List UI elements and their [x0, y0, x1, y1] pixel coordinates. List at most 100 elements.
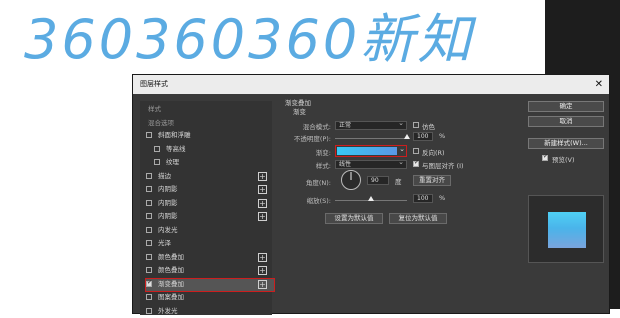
- style-item-checkbox[interactable]: [146, 199, 152, 206]
- gradient-label: 渐变:: [315, 149, 331, 157]
- preview-swatch: [548, 212, 586, 248]
- style-item-label: 内阴影: [158, 212, 178, 220]
- preview-checkbox[interactable]: [542, 153, 548, 161]
- style-item-label: 描边: [158, 171, 171, 180]
- dither-checkbox[interactable]: [413, 122, 419, 128]
- style-item-row[interactable]: 颜色叠加 +: [146, 252, 274, 264]
- style-item-checkbox[interactable]: [146, 186, 152, 192]
- style-item-row[interactable]: 斜面和浮雕: [146, 130, 274, 142]
- style-item-row[interactable]: 纹理: [146, 157, 274, 169]
- add-effect-icon[interactable]: +: [258, 198, 267, 208]
- opacity-slider-thumb[interactable]: [404, 134, 410, 139]
- style-item-checkbox[interactable]: [146, 226, 152, 233]
- angle-dial[interactable]: [340, 169, 362, 191]
- style-item-row[interactable]: 图案叠加: [146, 292, 274, 304]
- style-item-checkbox[interactable]: [146, 253, 152, 260]
- angle-input[interactable]: 90: [367, 176, 389, 185]
- watermark: 360360360新知: [24, 8, 477, 70]
- style-item-row[interactable]: 内阴影 +: [146, 198, 274, 210]
- new-style-button[interactable]: 新建样式(W)...: [528, 138, 604, 149]
- subsection-title: 渐变: [293, 108, 306, 116]
- angle-value: 90: [371, 177, 379, 184]
- style-dropdown[interactable]: 线性: [335, 158, 407, 169]
- style-item-label: 纹理: [166, 158, 179, 166]
- style-item-label: 外发光: [158, 306, 178, 315]
- blend-options-item[interactable]: 混合选项: [148, 117, 174, 127]
- set-as-default-button[interactable]: 设置为默认值: [325, 213, 383, 224]
- scale-value: 100: [417, 195, 429, 202]
- close-icon[interactable]: ✕: [595, 75, 603, 94]
- style-item-checkbox[interactable]: [146, 267, 152, 273]
- dialog-title: 图层样式: [140, 80, 168, 88]
- style-item-checkbox[interactable]: [154, 159, 160, 165]
- opacity-input[interactable]: 100: [413, 132, 433, 141]
- style-item-checkbox[interactable]: [146, 213, 152, 219]
- opacity-label: 不透明度(P):: [293, 135, 331, 143]
- ok-button[interactable]: 确定: [528, 101, 604, 112]
- chevron-down-icon[interactable]: ⌄: [399, 145, 405, 153]
- style-item-row[interactable]: 内阴影 +: [146, 184, 274, 196]
- styles-heading: 样式: [148, 105, 161, 113]
- opacity-value: 100: [417, 133, 429, 140]
- style-item-checkbox[interactable]: [146, 307, 152, 314]
- degree-label: 度: [395, 178, 402, 186]
- style-value: 线性: [339, 161, 352, 168]
- reset-alignment-button[interactable]: 重置对齐: [413, 175, 451, 186]
- style-item-row[interactable]: 等高线: [146, 144, 274, 156]
- angle-label: 角度(N):: [305, 179, 331, 187]
- opacity-slider-track[interactable]: [335, 138, 407, 139]
- blend-mode-value: 正常: [339, 122, 352, 129]
- scale-percent: %: [439, 194, 446, 202]
- style-item-label: 颜色叠加: [158, 252, 184, 261]
- watermark-text: 360360360新知: [24, 8, 477, 70]
- style-item-checkbox[interactable]: [146, 240, 152, 246]
- style-item-label: 斜面和浮雕: [158, 131, 191, 139]
- blend-mode-label: 混合模式:: [302, 123, 331, 131]
- style-item-checkbox[interactable]: [146, 294, 152, 300]
- style-item-row[interactable]: 渐变叠加 +: [145, 277, 275, 292]
- reset-to-default-button[interactable]: 复位为默认值: [389, 213, 447, 224]
- style-item-checkbox[interactable]: [146, 132, 152, 138]
- gradient-picker[interactable]: ⌄: [335, 145, 407, 157]
- style-label: 样式:: [315, 162, 331, 170]
- style-item-label: 内阴影: [158, 198, 178, 207]
- add-effect-icon[interactable]: +: [258, 252, 267, 262]
- add-effect-icon[interactable]: +: [258, 185, 267, 194]
- style-item-label: 渐变叠加: [158, 279, 184, 288]
- style-item-label: 颜色叠加: [158, 266, 184, 274]
- add-effect-icon[interactable]: +: [258, 212, 267, 221]
- style-item-label: 等高线: [166, 144, 186, 153]
- layer-style-dialog: 图层样式 ✕ 样式 混合选项 斜面和浮雕 等高线 纹理 描边 + 内阴影 + 内阴影 + 内阴影 +…: [132, 74, 610, 318]
- dialog-titlebar: 图层样式 ✕: [133, 75, 609, 94]
- style-preview: [528, 195, 604, 263]
- add-effect-icon[interactable]: +: [258, 171, 267, 181]
- reverse-checkbox[interactable]: [413, 148, 419, 154]
- style-item-row[interactable]: 外发光: [146, 306, 274, 318]
- style-item-checkbox[interactable]: [154, 145, 160, 152]
- reverse-label: 反向(R): [422, 149, 445, 157]
- style-item-row[interactable]: 颜色叠加 +: [146, 265, 274, 277]
- scale-input[interactable]: 100: [413, 194, 433, 203]
- style-item-label: 内发光: [158, 225, 178, 234]
- dither-label: 仿色: [422, 123, 435, 131]
- style-item-checkbox[interactable]: [146, 172, 152, 179]
- add-effect-icon[interactable]: +: [258, 279, 267, 289]
- style-item-label: 光泽: [158, 239, 171, 247]
- blend-mode-dropdown[interactable]: 正常: [335, 119, 407, 130]
- style-item-row[interactable]: 光泽: [146, 238, 274, 250]
- opacity-percent: %: [439, 132, 446, 140]
- align-with-layer-label: 与图层对齐 (I): [422, 162, 464, 170]
- preview-label: 预览(V): [552, 156, 575, 164]
- add-effect-icon[interactable]: +: [258, 266, 267, 275]
- scale-slider-thumb[interactable]: [368, 196, 374, 201]
- styles-list-panel: 样式 混合选项 斜面和浮雕 等高线 纹理 描边 + 内阴影 + 内阴影 + 内阴影 + 内发光 光泽 颜色…: [140, 101, 275, 318]
- style-item-label: 图案叠加: [158, 293, 184, 301]
- align-with-layer-checkbox[interactable]: [413, 159, 419, 167]
- scale-label: 缩放(S):: [306, 197, 331, 205]
- style-item-row[interactable]: 描边 +: [146, 171, 274, 183]
- style-item-checkbox[interactable]: [146, 279, 152, 287]
- style-item-row[interactable]: 内发光: [146, 225, 274, 237]
- gradient-preview-bar[interactable]: [337, 147, 397, 155]
- cancel-button[interactable]: 取消: [528, 116, 604, 127]
- style-item-row[interactable]: 内阴影 +: [146, 211, 274, 223]
